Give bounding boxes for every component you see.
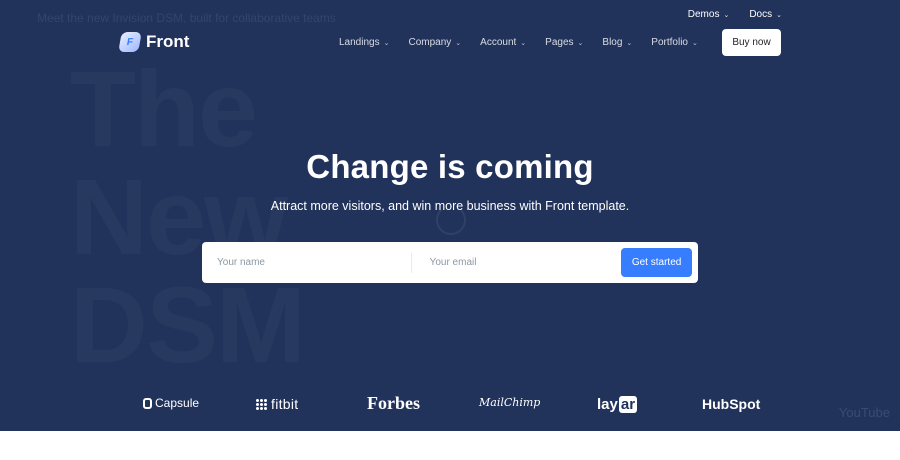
chevron-down-icon: ⌄ bbox=[520, 39, 527, 47]
chevron-down-icon: ⌄ bbox=[577, 39, 584, 47]
nav-item-account[interactable]: Account ⌄ bbox=[480, 37, 526, 48]
get-started-button[interactable]: Get started bbox=[621, 248, 692, 277]
hero-section: Meet the new Invision DSM, built for col… bbox=[0, 0, 900, 431]
nav-item-blog[interactable]: Blog ⌄ bbox=[602, 37, 632, 48]
capsule-label: Capsule bbox=[155, 396, 200, 410]
name-input[interactable] bbox=[202, 248, 411, 277]
nav-item-label: Pages bbox=[545, 37, 574, 48]
buy-now-button[interactable]: Buy now bbox=[722, 29, 781, 56]
signup-form: Get started bbox=[202, 242, 698, 283]
nav-item-company[interactable]: Company ⌄ bbox=[408, 37, 461, 48]
nav-item-portfolio[interactable]: Portfolio ⌄ bbox=[651, 37, 698, 48]
chevron-down-icon: ⌄ bbox=[383, 39, 390, 47]
mailchimp-logo: MailChimp bbox=[479, 396, 541, 409]
layar-ar-label: ar bbox=[618, 396, 638, 413]
chevron-down-icon: ⌄ bbox=[776, 11, 782, 19]
forbes-logo: Forbes bbox=[367, 393, 420, 413]
hero-title: Change is coming bbox=[306, 148, 594, 185]
brand-name: Front bbox=[146, 32, 190, 51]
watermark-line: The bbox=[70, 55, 370, 163]
nav-item-label: Portfolio bbox=[651, 37, 688, 48]
chevron-down-icon: ⌄ bbox=[626, 39, 633, 47]
nav-item-label: Landings bbox=[339, 37, 380, 48]
main-nav: Landings ⌄ Company ⌄ Account ⌄ Pages ⌄ B… bbox=[339, 37, 698, 48]
topbar: Demos ⌄ Docs ⌄ bbox=[688, 9, 782, 20]
fitbit-dots-icon bbox=[256, 398, 267, 410]
topbar-item-label: Docs bbox=[749, 9, 773, 20]
nav-item-pages[interactable]: Pages ⌄ bbox=[545, 37, 583, 48]
hero-subtitle: Attract more visitors, and win more busi… bbox=[270, 199, 630, 213]
topbar-item-label: Demos bbox=[687, 9, 720, 20]
capsule-logo: Capsule bbox=[143, 396, 199, 410]
chevron-down-icon: ⌄ bbox=[691, 39, 698, 47]
front-logo-icon: F bbox=[118, 32, 142, 52]
fitbit-label: fitbit bbox=[271, 396, 299, 412]
nav-item-label: Account bbox=[480, 37, 517, 48]
fitbit-logo: fitbit bbox=[256, 396, 298, 412]
watermark-line: DSM bbox=[70, 271, 370, 379]
chevron-down-icon: ⌄ bbox=[455, 39, 462, 47]
layar-label: lay bbox=[597, 396, 618, 413]
topbar-item-docs[interactable]: Docs ⌄ bbox=[749, 9, 782, 20]
hubspot-logo: HubSpot bbox=[702, 396, 761, 412]
nav-item-label: Blog bbox=[602, 37, 623, 48]
background-video-caption: Meet the new Invision DSM, built for col… bbox=[37, 11, 336, 25]
chevron-down-icon: ⌄ bbox=[723, 11, 730, 19]
page-bottom bbox=[0, 431, 900, 460]
nav-item-label: Company bbox=[408, 37, 452, 48]
client-logos: Capsule fitbit Forbes MailChimp lay ar Hu… bbox=[0, 390, 900, 418]
background-watermark: The New DSM bbox=[70, 55, 370, 379]
topbar-item-demos[interactable]: Demos ⌄ bbox=[688, 9, 730, 20]
capsule-icon bbox=[143, 397, 152, 409]
email-input[interactable] bbox=[411, 248, 622, 277]
brand-logo[interactable]: F Front bbox=[118, 32, 190, 52]
nav-item-landings[interactable]: Landings ⌄ bbox=[339, 37, 389, 48]
layar-logo: lay ar bbox=[597, 396, 638, 413]
